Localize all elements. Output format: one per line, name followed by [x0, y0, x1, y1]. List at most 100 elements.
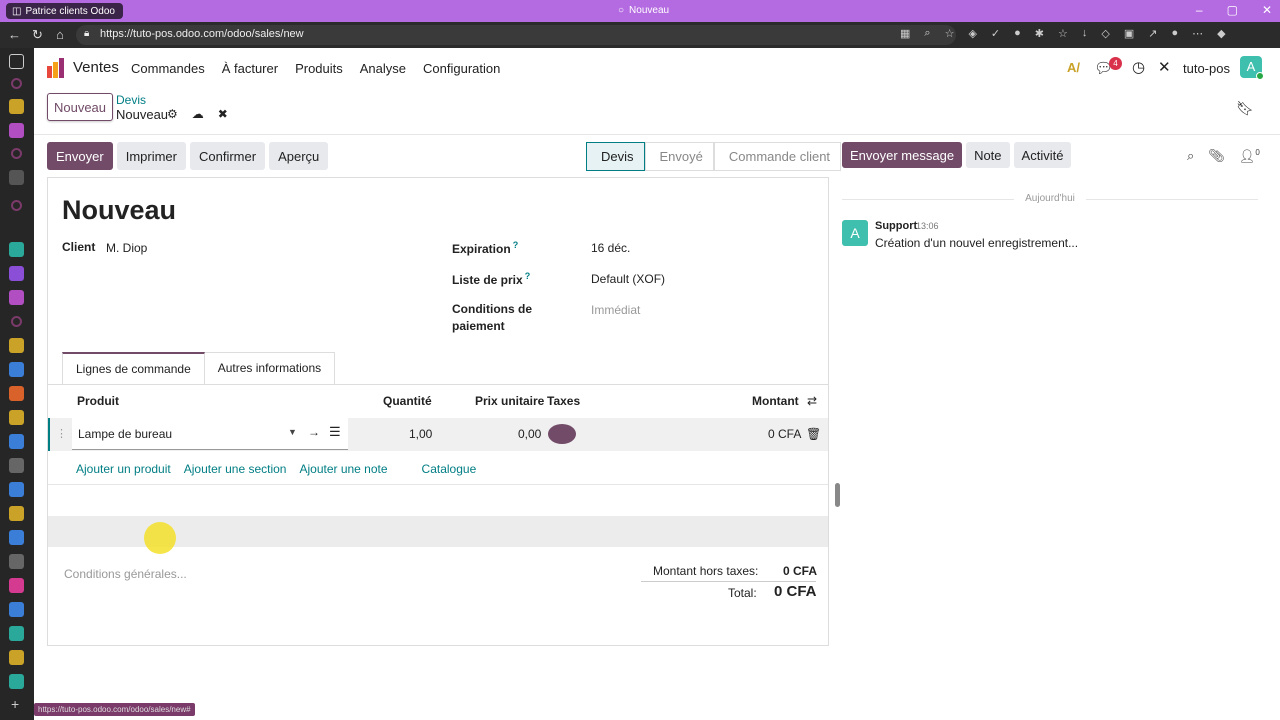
preview-button[interactable]: Aperçu [269, 142, 329, 170]
user-avatar-icon[interactable]: ● [1171, 27, 1178, 40]
menu-a-facturer[interactable]: À facturer [222, 61, 278, 76]
sidebar-app-icon[interactable] [9, 338, 24, 353]
breadcrumb-devis[interactable]: Devis [116, 93, 146, 107]
back-icon[interactable]: ← [8, 27, 21, 42]
sidebar-app-icon[interactable] [9, 170, 24, 185]
address-bar[interactable]: 🔒︎ https://tuto-pos.odoo.com/odoo/sales/… [76, 25, 956, 45]
col-product[interactable]: Produit [77, 394, 119, 408]
sidebar-app-icon[interactable] [9, 410, 24, 425]
reload-icon[interactable]: ↻ [32, 27, 43, 43]
sidebar-ring-icon[interactable] [11, 200, 22, 211]
sidebar-ring-icon[interactable] [11, 316, 22, 327]
zoom-icon[interactable]: ⌕ [924, 27, 930, 40]
sidebar-app-icon[interactable] [9, 290, 24, 305]
list-menu-icon[interactable]: ☰ [329, 424, 341, 440]
payment-terms-field[interactable]: Immédiat [591, 303, 640, 317]
client-field[interactable]: M. Diop [106, 241, 147, 255]
dropdown-caret-icon[interactable]: ▼ [288, 427, 297, 437]
sidebar-tabs-icon[interactable] [9, 54, 24, 69]
attachment-icon[interactable]: 📎︎ [1208, 148, 1225, 164]
search-icon[interactable]: ⌕ [1187, 148, 1194, 164]
sidebar-app-icon[interactable] [9, 674, 24, 689]
print-button[interactable]: Imprimer [116, 142, 186, 170]
menu-dots-icon[interactable]: ⋯ [1192, 27, 1203, 40]
col-unit-price[interactable]: Prix unitaire [475, 394, 544, 408]
add-section-link[interactable]: Ajouter une section [184, 462, 287, 476]
company-name[interactable]: tuto-pos [1183, 61, 1230, 76]
puzzle-icon[interactable]: ✱ [1035, 27, 1044, 40]
sidebar-app-icon[interactable] [9, 362, 24, 377]
split-icon[interactable]: ▦ [900, 27, 910, 40]
pricelist-field[interactable]: Default (XOF) [591, 272, 665, 286]
extension-icon[interactable]: ✓ [991, 27, 1000, 40]
column-settings-icon[interactable]: ⇄ [807, 394, 817, 408]
catalogue-link[interactable]: Catalogue [422, 462, 477, 476]
sidebar-add-icon[interactable]: + [11, 696, 19, 712]
send-button[interactable]: Envoyer [47, 142, 113, 170]
table-row[interactable]: ⋮⋮ Lampe de bureau ▼ → ☰ 1,00 0,00 0 CFA… [48, 418, 828, 451]
maximize-icon[interactable]: ▢ [1227, 3, 1238, 17]
menu-configuration[interactable]: Configuration [423, 61, 500, 76]
screenshot-icon[interactable]: ▣ [1124, 27, 1134, 40]
sidebar-ring-icon[interactable] [11, 148, 22, 159]
sidebar-app-icon[interactable] [9, 458, 24, 473]
activity-clock-icon[interactable]: ◷ [1132, 58, 1145, 76]
send-message-button[interactable]: Envoyer message [842, 142, 963, 168]
message-avatar[interactable]: A [842, 220, 868, 246]
help-icon[interactable]: ? [513, 240, 519, 250]
sidebar-app-icon[interactable] [9, 554, 24, 569]
home-icon[interactable]: ⌂ [56, 27, 64, 42]
download-icon[interactable]: ↓ [1082, 27, 1088, 40]
sales-app-logo-icon[interactable] [47, 58, 65, 78]
activity-button[interactable]: Activité [1013, 142, 1072, 168]
discard-icon[interactable]: ✖ [218, 107, 228, 121]
col-quantity[interactable]: Quantité [383, 394, 432, 408]
sidebar-app-icon[interactable] [9, 434, 24, 449]
menu-commandes[interactable]: Commandes [131, 61, 205, 76]
tab-order-lines[interactable]: Lignes de commande [62, 352, 205, 384]
price-cell[interactable]: 0,00 [518, 427, 541, 441]
profile-chip[interactable]: ◫ Patrice clients Odoo [6, 3, 123, 19]
app-name[interactable]: Ventes [73, 59, 119, 76]
stage-devis[interactable]: Devis [586, 142, 645, 171]
terms-field[interactable]: Conditions générales... [64, 567, 187, 581]
sidebar-app-icon[interactable] [9, 266, 24, 281]
sidebar-app-icon[interactable] [9, 386, 24, 401]
sidebar-app-icon[interactable] [9, 506, 24, 521]
copilot-icon[interactable]: ◆ [1217, 27, 1225, 40]
message-author[interactable]: Support [875, 220, 917, 232]
sidebar-app-icon[interactable] [9, 123, 24, 138]
user-avatar[interactable]: A [1240, 56, 1264, 80]
help-icon[interactable]: ? [525, 271, 531, 281]
save-cloud-icon[interactable]: ☁ [192, 107, 204, 121]
ai-icon[interactable]: A/ [1067, 60, 1080, 75]
product-input[interactable]: Lampe de bureau ▼ → ☰ [72, 418, 348, 450]
sidebar-app-icon[interactable] [9, 626, 24, 641]
sidebar-ring-icon[interactable] [11, 78, 22, 89]
sidebar-app-icon[interactable] [9, 650, 24, 665]
tab-other-info[interactable]: Autres informations [204, 352, 336, 384]
new-button[interactable]: Nouveau [47, 93, 113, 121]
qty-cell[interactable]: 1,00 [409, 427, 432, 441]
expiration-field[interactable]: 16 déc. [591, 241, 630, 255]
minimize-icon[interactable]: – [1196, 3, 1203, 17]
note-button[interactable]: Note [966, 142, 1010, 168]
close-window-icon[interactable]: ✕ [1262, 3, 1272, 17]
trash-icon[interactable]: 🗑︎ [806, 427, 821, 441]
shield-icon[interactable]: ◇ [1101, 27, 1109, 40]
stage-envoye[interactable]: Envoyé [644, 142, 714, 171]
share-icon[interactable]: ↗ [1148, 27, 1157, 40]
add-note-link[interactable]: Ajouter une note [299, 462, 387, 476]
sidebar-app-icon[interactable] [9, 242, 24, 257]
extension-icon[interactable]: ◈ [968, 27, 976, 40]
bookmark-icon[interactable]: 🔖︎ [1236, 100, 1254, 117]
scrollbar[interactable] [835, 483, 840, 507]
sidebar-app-icon[interactable] [9, 482, 24, 497]
stage-commande-client[interactable]: Commande client [713, 142, 842, 171]
menu-produits[interactable]: Produits [295, 61, 343, 76]
menu-analyse[interactable]: Analyse [360, 61, 406, 76]
star-icon[interactable]: ☆ [945, 27, 955, 40]
sidebar-app-icon[interactable] [9, 530, 24, 545]
confirm-button[interactable]: Confirmer [189, 142, 266, 170]
extension-icon[interactable]: ● [1014, 27, 1021, 40]
